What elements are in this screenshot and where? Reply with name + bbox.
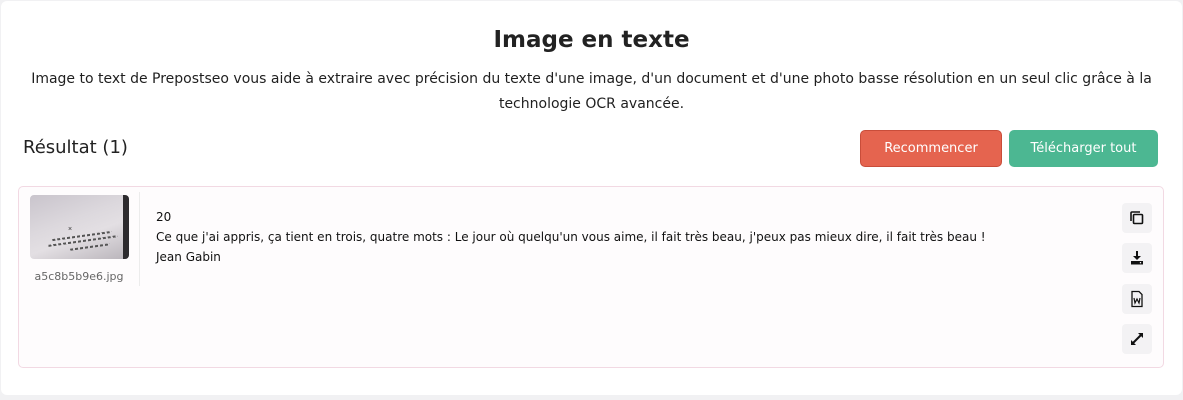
download-button[interactable] <box>1122 243 1152 273</box>
word-export-button[interactable] <box>1122 284 1152 314</box>
download-icon <box>1131 251 1143 265</box>
extracted-text[interactable]: 20 Ce que j'ai appris, ça tient en trois… <box>156 207 986 267</box>
image-thumbnail[interactable]: × <box>30 195 129 259</box>
page-title: Image en texte <box>493 27 690 53</box>
expand-button[interactable] <box>1122 324 1152 354</box>
download-all-button[interactable]: Télécharger tout <box>1009 130 1158 167</box>
extracted-text-line: 20 <box>156 210 172 224</box>
copy-icon <box>1130 211 1144 225</box>
image-filename: a5c8b5b9e6.jpg <box>34 270 124 283</box>
result-count-label: Résultat (1) <box>23 137 128 158</box>
extracted-text-line: Ce que j'ai appris, ça tient en trois, q… <box>156 230 986 244</box>
result-item: × a5c8b5b9e6.jpg 20 Ce que j'ai appris, … <box>18 186 1164 368</box>
divider <box>139 192 140 286</box>
page-description: Image to text de Prepostseo vous aide à … <box>31 71 1152 112</box>
extracted-text-line: Jean Gabin <box>156 250 221 264</box>
word-document-icon <box>1131 290 1143 308</box>
restart-button[interactable]: Recommencer <box>860 130 1002 167</box>
main-card: Image en texte Image to text de Preposts… <box>1 1 1182 395</box>
copy-button[interactable] <box>1122 203 1152 233</box>
expand-icon <box>1131 333 1143 345</box>
